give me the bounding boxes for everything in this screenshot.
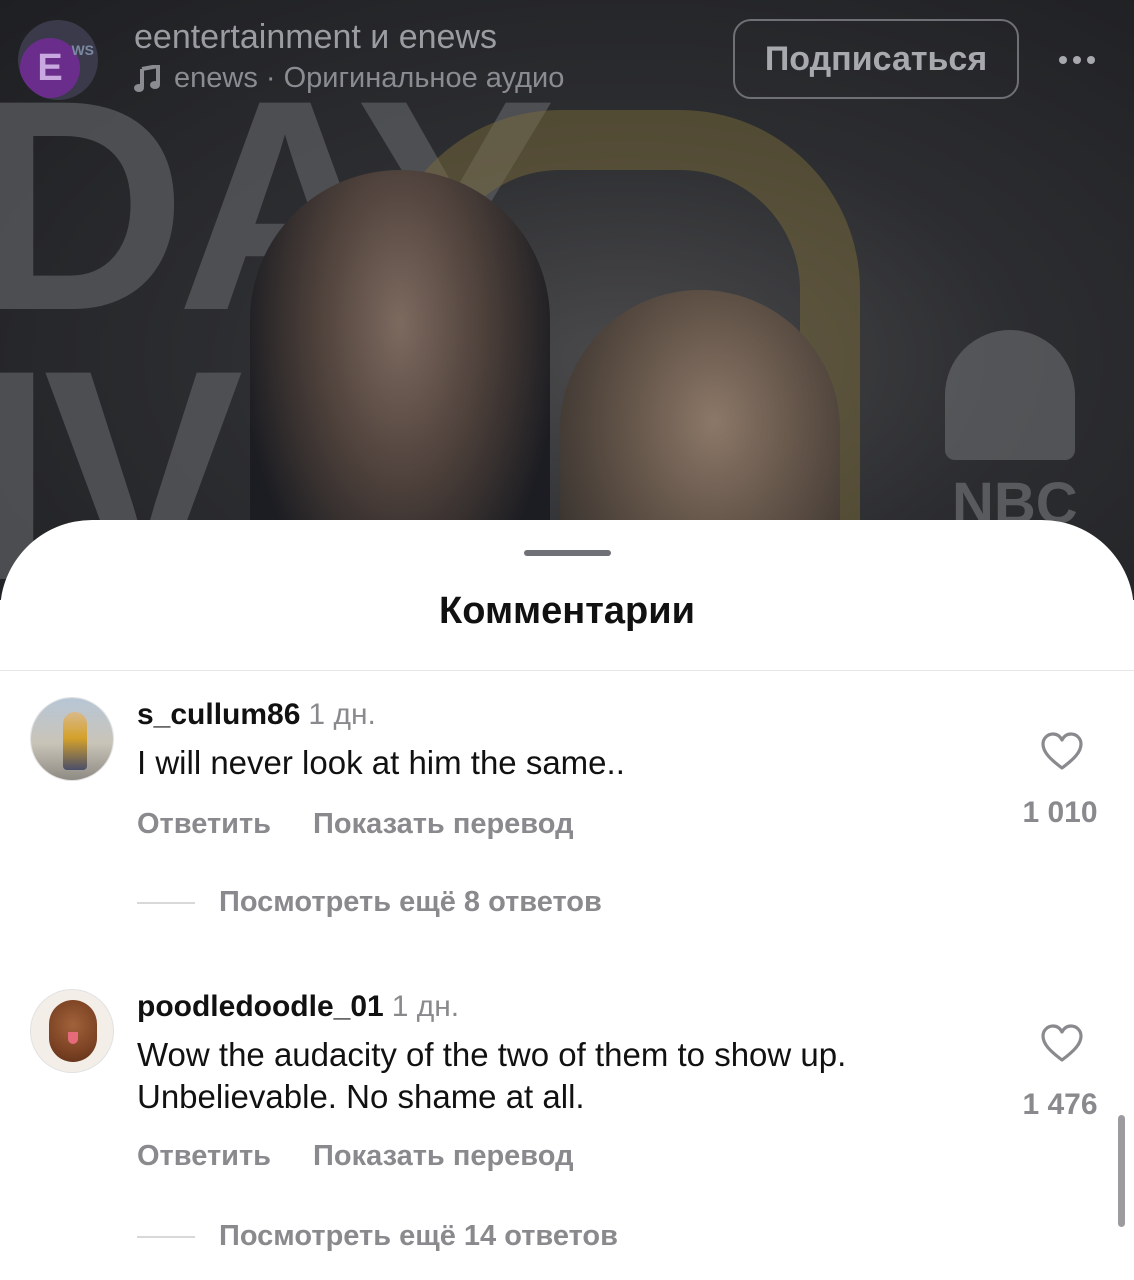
avatar[interactable] [31, 698, 113, 780]
comment-time: 1 дн. [391, 990, 460, 1023]
logo-letter: E [37, 46, 63, 89]
nbc-peacock-logo [945, 330, 1075, 460]
music-note-icon [134, 64, 160, 92]
author-avatar[interactable]: E WS [18, 20, 98, 100]
view-more-replies-label: Посмотреть ещё 14 ответов [219, 1220, 618, 1252]
heart-outline-icon[interactable] [1040, 732, 1084, 772]
sheet-title: Комментарии [439, 590, 695, 632]
replies-line [137, 1235, 195, 1238]
comment-text: Wow the audacity of the two of them to s… [137, 1036, 847, 1115]
comment-time: 1 дн. [308, 698, 376, 731]
comment-actions: Ответить Показать перевод [137, 1140, 616, 1173]
audio-label: enews · Оригинальное аудио [174, 62, 565, 94]
avatar[interactable] [31, 990, 113, 1072]
comment-username[interactable]: s_cullum86 [137, 698, 300, 731]
show-translation-button[interactable]: Показать перевод [313, 1140, 573, 1172]
subscribe-button[interactable]: Подписаться [733, 19, 1019, 99]
more-horizontal-icon[interactable] [1052, 40, 1102, 80]
view-more-replies-label: Посмотреть ещё 8 ответов [219, 886, 602, 918]
reply-button[interactable]: Ответить [137, 1140, 271, 1172]
like-count: 1 010 [1022, 796, 1098, 829]
scrollbar[interactable] [1118, 1115, 1125, 1227]
reply-button[interactable]: Ответить [137, 808, 271, 840]
audio-info[interactable]: enews · Оригинальное аудио [134, 62, 564, 95]
sheet-drag-handle[interactable] [524, 550, 611, 556]
comment-text: I will never look at him the same.. [137, 744, 625, 781]
comment-username-row: s_cullum86 1 дн. [137, 698, 376, 732]
comment-username-row: poodledoodle_01 1 дн. [137, 990, 459, 1024]
show-translation-button[interactable]: Показать перевод [313, 808, 573, 840]
replies-line [137, 901, 195, 904]
author-name[interactable]: eentertainment и enews [134, 18, 497, 57]
view-more-replies[interactable]: Посмотреть ещё 14 ответов [137, 1220, 618, 1253]
heart-outline-icon[interactable] [1040, 1024, 1084, 1064]
sheet-divider [0, 670, 1134, 671]
comment-username[interactable]: poodledoodle_01 [137, 990, 384, 1023]
comments-sheet: Комментарии s_cullum86 1 дн. I will never… [0, 520, 1134, 1280]
logo-ws-text: WS [71, 42, 94, 58]
reel-header: E WS eentertainment и enews enews · Ориг… [0, 0, 1134, 110]
like-count: 1 476 [1022, 1088, 1098, 1121]
view-more-replies[interactable]: Посмотреть ещё 8 ответов [137, 886, 602, 919]
comment-actions: Ответить Показать перевод [137, 808, 616, 841]
